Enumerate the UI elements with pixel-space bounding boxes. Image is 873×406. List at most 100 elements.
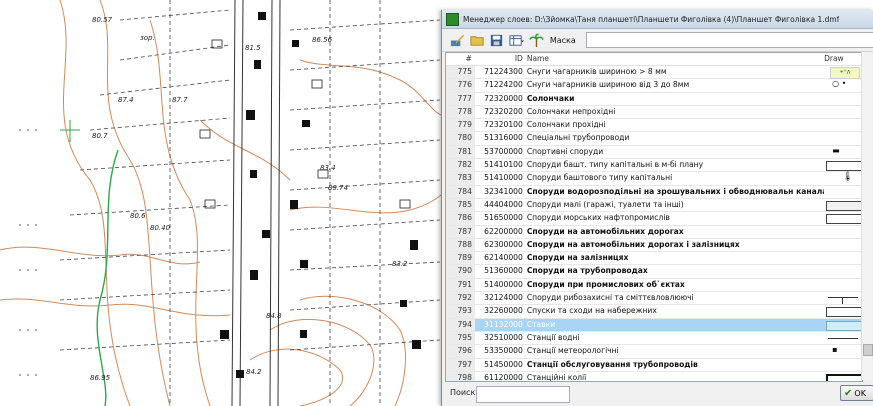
- row-num: 790: [446, 265, 475, 278]
- row-num: 786: [446, 212, 475, 225]
- table-row[interactable]: 775 71224300 Снуги чагарників шириною > 8 …: [446, 66, 862, 80]
- row-draw[interactable]: 🌡: [824, 172, 862, 184]
- table-row[interactable]: 785 44404000 Споруди малі (гаражі, туалети…: [446, 198, 862, 213]
- title-bar[interactable]: Менеджер слоев: D:\Зйомка\Таня планшеті\…: [442, 10, 873, 29]
- search-input[interactable]: [476, 386, 570, 403]
- table-row[interactable]: 786 51650000 Споруди морських нафтопромисл…: [446, 212, 862, 226]
- save-button[interactable]: [489, 32, 505, 48]
- table-row[interactable]: 782 51410100 Споруди башт. типу капітальні…: [446, 159, 862, 173]
- pencil-icon: [451, 34, 465, 46]
- row-id: 31132000: [484, 319, 523, 329]
- header-name[interactable]: Name: [527, 53, 824, 65]
- row-draw[interactable]: [824, 279, 862, 291]
- row-draw[interactable]: [824, 239, 862, 251]
- footer: Поиск ✔ OK: [442, 382, 873, 406]
- row-draw[interactable]: [824, 199, 862, 211]
- table-row[interactable]: 790 51360000 Споруди на трубопроводах: [446, 265, 862, 279]
- table-row[interactable]: 798 61120000 Станційні колії: [446, 371, 862, 382]
- row-draw[interactable]: [824, 132, 862, 144]
- row-id: 62200000: [484, 226, 523, 236]
- row-draw[interactable]: [824, 372, 862, 381]
- row-id: 51650000: [484, 213, 523, 223]
- row-draw[interactable]: [824, 93, 862, 105]
- row-draw[interactable]: ▬: [824, 146, 862, 158]
- row-draw[interactable]: [824, 319, 862, 331]
- row-num: 791: [446, 278, 475, 292]
- table-row[interactable]: 796 53350000 Станції метеорологічні ▪: [446, 345, 862, 359]
- map-label: 80.57: [92, 16, 113, 24]
- view-options-button[interactable]: [509, 32, 525, 48]
- header-id[interactable]: ID: [475, 53, 527, 65]
- row-draw[interactable]: [824, 119, 862, 131]
- row-draw[interactable]: [824, 359, 862, 371]
- row-draw[interactable]: [824, 332, 862, 344]
- row-draw[interactable]: [824, 226, 862, 238]
- table-row[interactable]: 795 32510000 Станції водні: [446, 331, 862, 346]
- ok-button[interactable]: ✔ OK: [840, 385, 873, 401]
- row-draw[interactable]: ▪: [824, 345, 862, 357]
- row-num: 777: [446, 92, 475, 105]
- draw-symbol-icon: ▪: [832, 345, 838, 355]
- table-row[interactable]: 781 53700000 Спортивні споруди ▬: [446, 145, 862, 160]
- row-draw[interactable]: [824, 305, 862, 318]
- map-label: 86.95: [90, 374, 111, 382]
- row-num: 778: [446, 105, 475, 119]
- map-label: 83.4: [320, 164, 336, 172]
- map-label: 87.4: [118, 96, 134, 104]
- mask-button[interactable]: [528, 32, 544, 48]
- search-label: Поиск: [450, 388, 476, 397]
- row-num: 789: [446, 252, 475, 265]
- row-draw[interactable]: [824, 106, 862, 118]
- row-num: 787: [446, 225, 475, 238]
- row-num: 782: [446, 159, 475, 172]
- row-id: 51410000: [484, 173, 523, 183]
- row-num: 785: [446, 198, 475, 212]
- table-row[interactable]: 776 71224200 Снуги чагарників шириною від …: [446, 79, 862, 93]
- row-name: Солончаки прохідні: [526, 120, 606, 130]
- row-draw[interactable]: [824, 292, 862, 305]
- row-name: Споруди на залізницях: [526, 253, 629, 263]
- table-row[interactable]: 794 31132000 Ставки: [446, 318, 862, 332]
- row-draw[interactable]: [824, 212, 862, 225]
- row-name: Споруди рибозахисні та сміттєвловлюючі: [526, 293, 694, 303]
- map-label: 87.7: [172, 96, 188, 104]
- table-row[interactable]: 778 72320200 Солончаки непрохідні: [446, 105, 862, 120]
- row-name: Споруди башт. типу капітальні в м-бі пла…: [526, 160, 704, 170]
- table-row[interactable]: 780 51316000 Спеціальні трубопроводи: [446, 132, 862, 146]
- draw-symbol-icon: •ᵛᴧ: [830, 67, 861, 79]
- table-row[interactable]: 792 32124000 Споруди рибозахисні та сміттє…: [446, 292, 862, 306]
- row-draw[interactable]: [824, 252, 862, 264]
- edit-layer-button[interactable]: [450, 32, 466, 48]
- row-name: Солончаки непрохідні: [526, 106, 616, 116]
- row-draw[interactable]: •ᵛᴧ: [824, 66, 862, 79]
- scroll-thumb[interactable]: [863, 344, 873, 356]
- table-row[interactable]: 777 72320000 Солончаки: [446, 92, 862, 106]
- table-row[interactable]: 791 51400000 Споруди при промислових об`єк…: [446, 278, 862, 293]
- row-name: Споруди малі (гаражі, туалети та інші): [526, 199, 684, 209]
- table-row[interactable]: 779 72320100 Солончаки прохідні: [446, 119, 862, 133]
- row-draw[interactable]: [824, 186, 862, 198]
- row-draw[interactable]: [824, 159, 862, 172]
- row-draw[interactable]: ○ •: [824, 79, 862, 91]
- header-num[interactable]: #: [446, 53, 475, 65]
- floppy-disk-icon: [491, 34, 503, 46]
- table-row[interactable]: 797 51450000 Станції обслуговування трубоп…: [446, 358, 862, 372]
- table-row[interactable]: 788 62300000 Споруди на автомобільних доро…: [446, 238, 862, 253]
- row-draw[interactable]: [824, 265, 862, 277]
- map-label: 81.5: [245, 44, 261, 52]
- table-row[interactable]: 789 62140000 Споруди на залізницях: [446, 252, 862, 266]
- map-label: 83.2: [392, 260, 408, 268]
- row-id: 62300000: [484, 239, 523, 249]
- row-name: Спуски та сходи на набережних: [526, 306, 657, 316]
- header-draw[interactable]: Draw: [824, 53, 862, 65]
- open-folder-button[interactable]: [470, 32, 486, 48]
- row-id: 51400000: [484, 279, 523, 289]
- table-row[interactable]: 787 62200000 Споруди на автомобільних доро…: [446, 225, 862, 239]
- vertical-scrollbar[interactable]: [861, 52, 873, 380]
- table-row[interactable]: 784 32341000 Споруди водорозподільні на зр…: [446, 185, 862, 199]
- table-row[interactable]: 783 51410000 Споруди баштового типу капіта…: [446, 172, 862, 186]
- row-name: Споруди при промислових об`єктах: [526, 279, 685, 289]
- table-row[interactable]: 793 32260000 Спуски та сходи на набережних: [446, 305, 862, 319]
- mask-input[interactable]: [585, 32, 873, 48]
- row-name: Станційні колії: [526, 372, 587, 382]
